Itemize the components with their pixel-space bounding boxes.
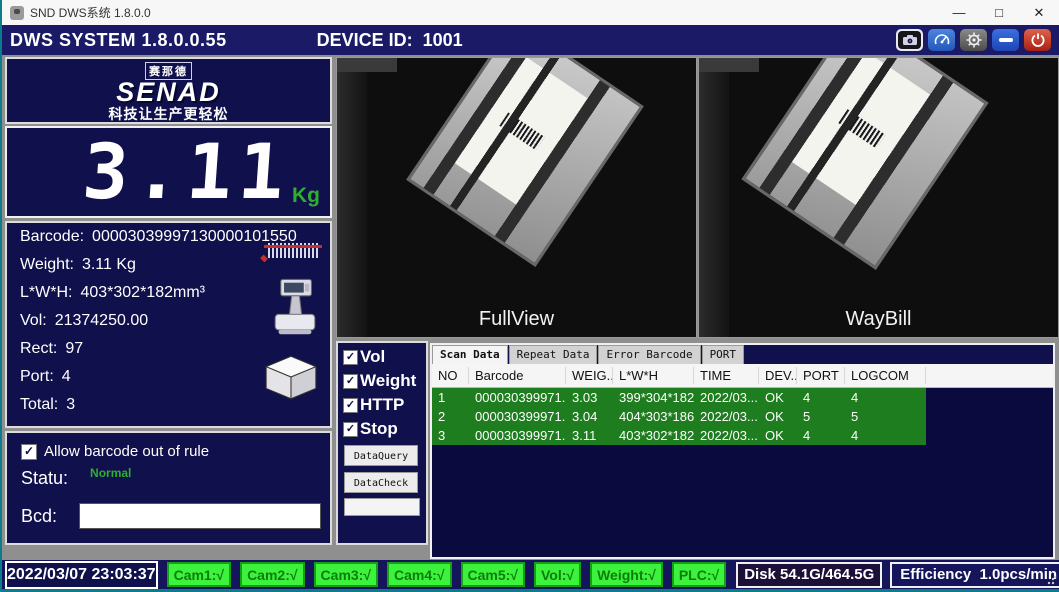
header-bar: DWS SYSTEM 1.8.0.0.55 DEVICE ID: 1001 xyxy=(2,25,1059,55)
bcd-input[interactable] xyxy=(79,503,321,529)
close-button[interactable]: ✕ xyxy=(1019,0,1059,25)
minimize-button[interactable]: — xyxy=(939,0,979,25)
fullview-label: FullView xyxy=(337,308,696,331)
filters-panel: ✓Vol ✓Weight ✓HTTP ✓Stop DataQuery DataC… xyxy=(336,341,428,545)
title-bar: SND DWS系统 1.8.0.0 — □ ✕ xyxy=(2,0,1059,25)
allow-barcode-label: Allow barcode out of rule xyxy=(44,443,209,460)
measurement-info-panel: Barcode:00003039997130000101550 Weight:3… xyxy=(5,221,332,428)
blank-box xyxy=(344,498,420,516)
vol-checkbox-item[interactable]: ✓Vol xyxy=(343,347,426,367)
package-image xyxy=(406,57,644,267)
package-image xyxy=(741,57,988,270)
weight-checkbox-item[interactable]: ✓Weight xyxy=(343,371,426,391)
cam5-status-badge: Cam5:√ xyxy=(461,562,525,587)
checkbox-checked-icon[interactable]: ✓ xyxy=(343,398,358,413)
camera-corner xyxy=(337,58,397,72)
options-panel: ✓ Allow barcode out of rule Statu: Norma… xyxy=(5,431,332,545)
fullview-camera: FullView xyxy=(336,57,697,338)
camera-wall xyxy=(337,58,367,337)
status-value: Normal xyxy=(90,466,131,480)
checkbox-checked-icon[interactable]: ✓ xyxy=(343,374,358,389)
http-checkbox-item[interactable]: ✓HTTP xyxy=(343,395,426,415)
weight-status-badge: Weight:√ xyxy=(590,562,663,587)
device-id-value: 1001 xyxy=(423,30,463,51)
checkbox-checked-icon[interactable]: ✓ xyxy=(343,422,358,437)
bcd-label: Bcd: xyxy=(21,506,57,527)
weight-unit: Kg xyxy=(292,184,320,208)
table-row[interactable]: 2 000030399971... 3.04 404*303*186 2022/… xyxy=(432,407,926,426)
camera-icon[interactable] xyxy=(896,29,923,51)
app-window: SND DWS系统 1.8.0.0 — □ ✕ DWS SYSTEM 1.8.0… xyxy=(0,0,1059,592)
resize-grip[interactable] xyxy=(1047,575,1057,585)
data-check-button[interactable]: DataCheck xyxy=(344,472,418,493)
data-query-button[interactable]: DataQuery xyxy=(344,445,418,466)
cam3-status-badge: Cam3:√ xyxy=(314,562,378,587)
collapse-icon[interactable] xyxy=(992,29,1019,51)
power-icon[interactable] xyxy=(1024,29,1051,51)
waybill-label: WayBill xyxy=(699,308,1058,331)
disk-usage: Disk 54.1G/464.5G xyxy=(736,562,882,588)
scale-icon xyxy=(272,278,318,345)
plc-status-badge: PLC:√ xyxy=(672,562,726,587)
tab-scan-data[interactable]: Scan Data xyxy=(432,345,508,364)
data-table-panel: Scan Data Repeat Data Error Barcode PORT… xyxy=(430,343,1055,559)
waybill-camera: WayBill xyxy=(698,57,1059,338)
vol-status-badge: Vol:√ xyxy=(534,562,581,587)
gauge-icon[interactable] xyxy=(928,29,955,51)
header-toolbar xyxy=(896,29,1051,51)
camera-wall xyxy=(699,58,729,337)
table-row[interactable]: 1 000030399971... 3.03 399*304*182 2022/… xyxy=(432,388,926,407)
statu-label: Statu: xyxy=(21,468,68,489)
maximize-button[interactable]: □ xyxy=(979,0,1019,25)
checkbox-checked-icon[interactable]: ✓ xyxy=(343,350,358,365)
package-tape xyxy=(410,57,639,263)
allow-barcode-checkbox[interactable]: ✓ xyxy=(21,444,37,460)
table-header: NO Barcode WEIG... L*W*H TIME DEV... POR… xyxy=(432,364,1053,388)
device-id-label: DEVICE ID: xyxy=(317,30,413,51)
status-bar: 2022/03/07 23:03:37 Cam1:√ Cam2:√ Cam3:√… xyxy=(2,560,1059,589)
logo-brand: SENAD xyxy=(7,80,330,104)
camera-corner xyxy=(699,58,759,72)
app-title: SND DWS系统 1.8.0.0 xyxy=(30,4,151,21)
tab-repeat-data[interactable]: Repeat Data xyxy=(509,345,598,364)
gear-icon[interactable] xyxy=(960,29,987,51)
app-icon xyxy=(10,6,24,20)
cam2-status-badge: Cam2:√ xyxy=(240,562,304,587)
barcode-icon xyxy=(268,243,320,258)
efficiency: Efficiency 1.0pcs/min xyxy=(890,562,1059,588)
tab-port[interactable]: PORT xyxy=(702,345,745,364)
package-tape xyxy=(746,57,985,266)
timestamp: 2022/03/07 23:03:37 xyxy=(5,561,158,589)
logo-panel: 赛那德 SENAD 科技让生产更轻松 xyxy=(5,57,332,124)
system-version-label: DWS SYSTEM 1.8.0.0.55 xyxy=(10,30,227,51)
stop-checkbox-item[interactable]: ✓Stop xyxy=(343,419,426,439)
table-row[interactable]: 3 000030399971... 3.11 403*302*182 2022/… xyxy=(432,426,926,445)
weight-display-panel: 3.11 Kg xyxy=(5,126,332,218)
cam1-status-badge: Cam1:√ xyxy=(167,562,231,587)
weight-value: 3.11 xyxy=(80,132,293,212)
cam4-status-badge: Cam4:√ xyxy=(387,562,451,587)
tab-error-barcode[interactable]: Error Barcode xyxy=(598,345,700,364)
table-tabs: Scan Data Repeat Data Error Barcode PORT xyxy=(432,345,1053,364)
window-controls: — □ ✕ xyxy=(939,0,1059,25)
logo-slogan: 科技让生产更轻松 xyxy=(7,104,330,124)
package-cube-icon xyxy=(262,351,320,406)
